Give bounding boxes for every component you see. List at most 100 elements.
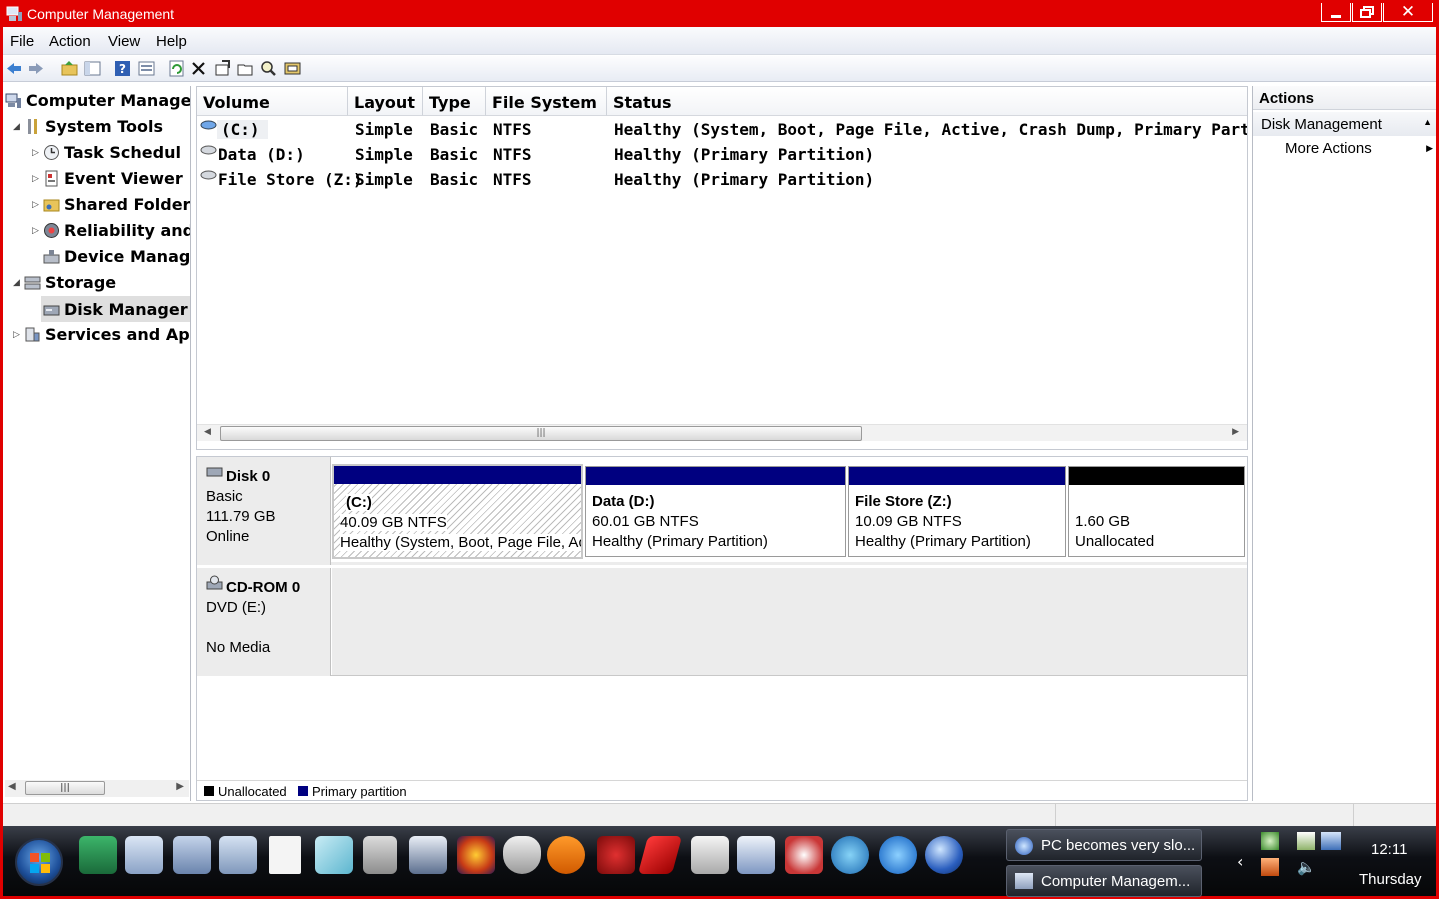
table-row[interactable]: File Store (Z:) Simple Basic NTFS Health… bbox=[197, 167, 1247, 192]
clock-day[interactable]: Thursday bbox=[1359, 871, 1422, 888]
expand-arrow-icon[interactable]: ▷ bbox=[32, 226, 39, 236]
search-icon[interactable] bbox=[260, 60, 277, 77]
start-button[interactable] bbox=[15, 838, 63, 886]
minimize-icon bbox=[1331, 14, 1341, 18]
tray-speaker-alert-icon[interactable] bbox=[1261, 858, 1279, 876]
properties-icon[interactable] bbox=[138, 60, 155, 77]
taskbar-button-pc-becomes-slow[interactable]: PC becomes very slo... bbox=[1006, 829, 1202, 861]
tray-battery-icon[interactable] bbox=[1297, 832, 1315, 850]
quicklaunch-media-icon[interactable] bbox=[457, 836, 495, 874]
more-actions-item[interactable]: More Actions ▶ bbox=[1285, 140, 1435, 162]
partition-z[interactable]: File Store (Z:) 10.09 GB NTFS Healthy (P… bbox=[848, 466, 1066, 557]
quicklaunch-internet-explorer-icon[interactable] bbox=[879, 836, 917, 874]
partition-d[interactable]: Data (D:) 60.01 GB NTFS Healthy (Primary… bbox=[585, 466, 846, 557]
quicklaunch-documents-icon[interactable] bbox=[125, 836, 163, 874]
help-icon[interactable]: ? bbox=[114, 60, 131, 77]
menu-view[interactable]: View bbox=[108, 33, 140, 50]
menu-action[interactable]: Action bbox=[49, 33, 91, 50]
expand-arrow-icon[interactable]: ▷ bbox=[32, 174, 39, 184]
collapse-arrow-icon[interactable]: ◢ bbox=[13, 122, 20, 132]
open-icon[interactable] bbox=[237, 60, 254, 77]
volume-icon bbox=[200, 170, 217, 180]
tray-network-icon[interactable] bbox=[1321, 832, 1341, 850]
delete-icon[interactable] bbox=[190, 60, 207, 77]
tray-volume-icon[interactable]: 🔈 bbox=[1297, 858, 1316, 876]
column-header-volume[interactable]: Volume bbox=[197, 87, 348, 116]
menu-help[interactable]: Help bbox=[156, 33, 187, 50]
disk-label[interactable]: Disk 0 Basic 111.79 GB Online bbox=[197, 457, 331, 565]
scroll-thumb[interactable]: ||| bbox=[220, 426, 862, 441]
column-header-status[interactable]: Status bbox=[607, 87, 1247, 116]
quicklaunch-opera-icon[interactable] bbox=[637, 836, 683, 874]
taskbar-button-label: PC becomes very slo... bbox=[1041, 837, 1196, 854]
scroll-right-arrow-icon[interactable]: ▶ bbox=[1232, 427, 1239, 437]
collapse-arrow-icon[interactable]: ▲ bbox=[1423, 117, 1432, 127]
back-arrow-icon[interactable] bbox=[6, 60, 23, 77]
volume-file-system: NTFS bbox=[493, 120, 532, 139]
quicklaunch-tools-icon[interactable] bbox=[363, 836, 397, 874]
quicklaunch-blank-document-icon[interactable] bbox=[269, 836, 301, 874]
partition-size: 1.60 GB bbox=[1075, 513, 1131, 530]
taskbar-button-computer-management[interactable]: Computer Managem... bbox=[1006, 865, 1202, 897]
list-horizontal-scrollbar[interactable]: ◀ ||| ▶ bbox=[197, 424, 1247, 441]
title-bar[interactable]: Computer Management ✕ bbox=[3, 3, 1436, 27]
scroll-right-arrow-icon[interactable]: ▶ bbox=[176, 781, 184, 792]
table-row[interactable]: Data (D:) Simple Basic NTFS Healthy (Pri… bbox=[197, 142, 1247, 167]
partition-unallocated[interactable]: 1.60 GB Unallocated bbox=[1068, 466, 1245, 557]
close-button[interactable]: ✕ bbox=[1383, 3, 1433, 22]
forward-arrow-icon[interactable] bbox=[27, 60, 44, 77]
column-header-file-system[interactable]: File System bbox=[486, 87, 607, 116]
quicklaunch-player-icon[interactable] bbox=[547, 836, 585, 874]
volume-file-system: NTFS bbox=[493, 170, 532, 189]
tree-item-event-viewer[interactable]: Event Viewer bbox=[43, 169, 183, 188]
partition-size: 40.09 GB NTFS bbox=[340, 514, 447, 531]
scroll-thumb[interactable]: ||| bbox=[25, 781, 105, 795]
actions-section-disk-management[interactable]: Disk Management ▲ bbox=[1253, 112, 1436, 136]
quicklaunch-network-icon[interactable] bbox=[173, 836, 211, 874]
refresh-icon[interactable] bbox=[168, 60, 185, 77]
cdrom-label[interactable]: CD-ROM 0 DVD (E:) No Media bbox=[197, 568, 331, 676]
quicklaunch-folder-icon[interactable] bbox=[219, 836, 257, 874]
expand-arrow-icon[interactable]: ▷ bbox=[32, 200, 39, 210]
partition-c[interactable]: (C:) 40.09 GB NTFS Healthy (System, Boot… bbox=[332, 464, 583, 559]
tree-item-storage[interactable]: Storage bbox=[24, 273, 116, 292]
expand-arrow-icon[interactable]: ▷ bbox=[13, 330, 20, 340]
tree-item-reliability[interactable]: Reliability and bbox=[43, 221, 190, 240]
disk-icon[interactable] bbox=[284, 60, 301, 77]
tree-item-system-tools[interactable]: System Tools bbox=[24, 117, 163, 136]
quicklaunch-calculator-icon[interactable] bbox=[691, 836, 729, 874]
tray-network-activity-icon[interactable] bbox=[1261, 832, 1279, 850]
quicklaunch-splat-icon[interactable] bbox=[597, 836, 635, 874]
tree-item-computer-management[interactable]: Computer Manage bbox=[5, 91, 190, 110]
expand-arrow-icon[interactable]: ▷ bbox=[32, 148, 39, 158]
export-icon[interactable] bbox=[214, 60, 231, 77]
quicklaunch-math-icon[interactable] bbox=[737, 836, 775, 874]
scroll-left-arrow-icon[interactable]: ◀ bbox=[8, 781, 16, 792]
partition-status: Healthy (Primary Partition) bbox=[855, 533, 1031, 550]
tree-item-device-manager[interactable]: Device Manag bbox=[43, 247, 190, 266]
quicklaunch-sync-icon[interactable] bbox=[79, 836, 117, 874]
tree-item-shared-folders[interactable]: Shared Folder bbox=[43, 195, 190, 214]
quicklaunch-scissors-icon[interactable] bbox=[785, 836, 823, 874]
quicklaunch-notes-icon[interactable] bbox=[315, 836, 353, 874]
up-folder-icon[interactable] bbox=[61, 60, 78, 77]
table-row[interactable]: (C:) Simple Basic NTFS Healthy (System, … bbox=[197, 117, 1247, 142]
clock-time[interactable]: 12:11 bbox=[1371, 841, 1407, 858]
tree-item-task-scheduler[interactable]: Task Schedul bbox=[43, 143, 181, 162]
restore-button[interactable] bbox=[1352, 3, 1382, 22]
quicklaunch-remote-desktop-icon[interactable] bbox=[409, 836, 447, 874]
tree-item-disk-management[interactable]: Disk Manager bbox=[41, 296, 190, 322]
show-hide-tree-icon[interactable] bbox=[84, 60, 101, 77]
quicklaunch-wave-icon[interactable] bbox=[831, 836, 869, 874]
tree-horizontal-scrollbar[interactable]: ◀ ||| ▶ bbox=[5, 780, 189, 797]
quicklaunch-globe-icon[interactable] bbox=[925, 836, 963, 874]
show-hidden-icons-chevron-icon[interactable]: ‹ bbox=[1237, 852, 1243, 871]
collapse-arrow-icon[interactable]: ◢ bbox=[13, 278, 20, 288]
quicklaunch-fox-icon[interactable] bbox=[503, 836, 541, 874]
menu-file[interactable]: File bbox=[10, 33, 34, 50]
column-header-type[interactable]: Type bbox=[423, 87, 486, 116]
column-header-layout[interactable]: Layout bbox=[348, 87, 423, 116]
minimize-button[interactable] bbox=[1321, 3, 1351, 22]
scroll-left-arrow-icon[interactable]: ◀ bbox=[204, 427, 211, 437]
tree-item-services-and-applications[interactable]: Services and Ap bbox=[24, 325, 190, 344]
